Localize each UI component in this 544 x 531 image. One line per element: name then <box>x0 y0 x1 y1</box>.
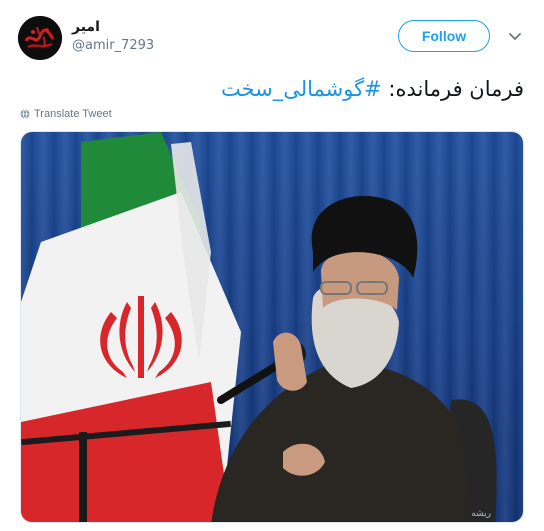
hashtag-link[interactable]: #گوشمالی_سخت <box>221 77 382 101</box>
tweet-card: امیر @amir_7293 Follow فرمان فرمانده: #گ… <box>0 0 544 531</box>
avatar-calligraphy-icon <box>18 16 62 60</box>
avatar[interactable] <box>18 16 62 60</box>
tweet-menu-button[interactable] <box>508 30 522 44</box>
photo-content: ریشه <box>21 132 523 522</box>
chevron-down-icon <box>509 33 521 41</box>
author-display-name[interactable]: امیر <box>72 18 154 36</box>
author-handle[interactable]: @amir_7293 <box>72 37 154 55</box>
tweet-text-prefix: فرمان فرمانده: <box>381 77 524 101</box>
translate-label: Translate Tweet <box>34 108 112 120</box>
tweet-text: فرمان فرمانده: #گوشمالی_سخت <box>221 74 524 104</box>
globe-icon <box>20 109 30 119</box>
photo-watermark: ریشه <box>471 509 491 519</box>
author-names[interactable]: امیر @amir_7293 <box>72 18 154 55</box>
translate-tweet-link[interactable]: Translate Tweet <box>20 108 112 120</box>
tweet-photo[interactable]: ریشه <box>20 131 524 523</box>
follow-button[interactable]: Follow <box>398 20 490 52</box>
